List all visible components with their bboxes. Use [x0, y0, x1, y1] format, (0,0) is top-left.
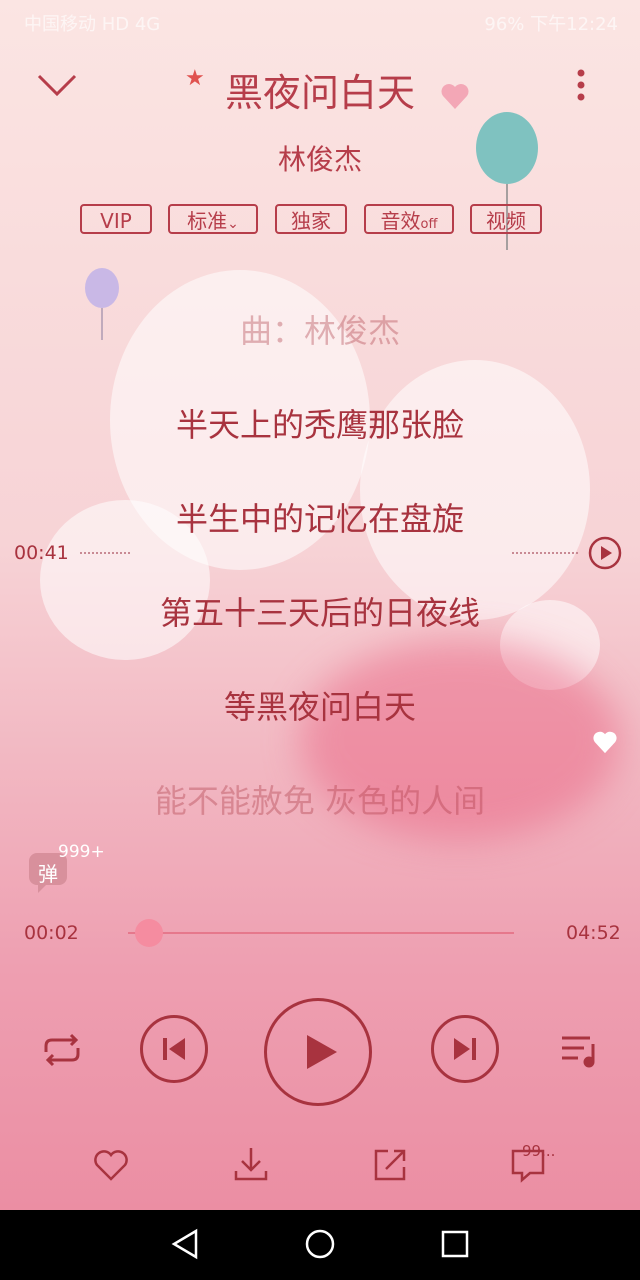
- danmaku-label: 弹: [38, 862, 58, 886]
- video-button[interactable]: 视频: [470, 204, 542, 234]
- lyric-seek-time: 00:41: [14, 542, 69, 564]
- previous-button[interactable]: [140, 1015, 208, 1083]
- previous-icon: [163, 1038, 185, 1060]
- vip-tag[interactable]: VIP: [80, 204, 152, 234]
- battery-time-text: 96% 下午12:24: [484, 14, 618, 35]
- exclusive-tag[interactable]: 独家: [275, 204, 347, 234]
- background-cloud: [360, 360, 590, 620]
- total-time: 04:52: [566, 922, 621, 944]
- lyric-line[interactable]: 曲：林俊杰: [0, 306, 640, 352]
- heart-decoration: [592, 730, 618, 754]
- lyric-seek-line-left: [80, 552, 130, 554]
- danmaku-count-badge: 999+: [58, 842, 105, 862]
- progress-knob[interactable]: [134, 919, 163, 947]
- download-icon[interactable]: [232, 1145, 270, 1183]
- like-heart-icon[interactable]: [92, 1148, 130, 1182]
- more-menu-icon[interactable]: [572, 68, 590, 104]
- comment-count-badge: 99...: [522, 1142, 556, 1160]
- progress-bar[interactable]: [128, 932, 514, 934]
- lyric-seek-line-right: [512, 552, 578, 554]
- song-title: 黑夜问白天: [224, 71, 415, 115]
- sound-effect-button[interactable]: 音效off: [364, 204, 454, 234]
- lyric-line[interactable]: 能不能赦免 灰色的人间: [0, 776, 640, 822]
- current-time: 00:02: [24, 922, 79, 944]
- lyric-play-from-here-icon[interactable]: [588, 536, 622, 570]
- system-navigation-bar: [0, 1210, 640, 1280]
- lyric-line[interactable]: 第五十三天后的日夜线: [0, 588, 640, 634]
- song-artist[interactable]: 林俊杰: [0, 138, 640, 178]
- play-button[interactable]: [264, 998, 372, 1106]
- lyric-line[interactable]: 半生中的记忆在盘旋: [0, 494, 640, 540]
- quality-label: 标准: [187, 209, 228, 233]
- share-icon[interactable]: [372, 1147, 408, 1183]
- repeat-mode-icon[interactable]: [40, 1032, 84, 1068]
- sound-effect-state: off: [420, 217, 438, 232]
- chevron-down-icon: ⌄: [227, 216, 239, 232]
- lyric-line[interactable]: 等黑夜问白天: [0, 682, 640, 728]
- sound-effect-label: 音效: [380, 209, 421, 233]
- back-icon[interactable]: [170, 1228, 200, 1260]
- play-icon: [307, 1035, 337, 1069]
- status-bar: 中国移动 HD 4G 96% 下午12:24: [0, 0, 640, 44]
- playlist-icon[interactable]: [560, 1032, 600, 1068]
- quality-selector[interactable]: 标准⌄: [168, 204, 258, 234]
- lyric-line[interactable]: 半天上的秃鹰那张脸: [0, 400, 640, 446]
- carrier-text: 中国移动 HD 4G: [24, 14, 161, 35]
- next-button[interactable]: [431, 1015, 499, 1083]
- recents-icon[interactable]: [440, 1229, 470, 1259]
- next-icon: [454, 1038, 476, 1060]
- home-icon[interactable]: [304, 1228, 336, 1260]
